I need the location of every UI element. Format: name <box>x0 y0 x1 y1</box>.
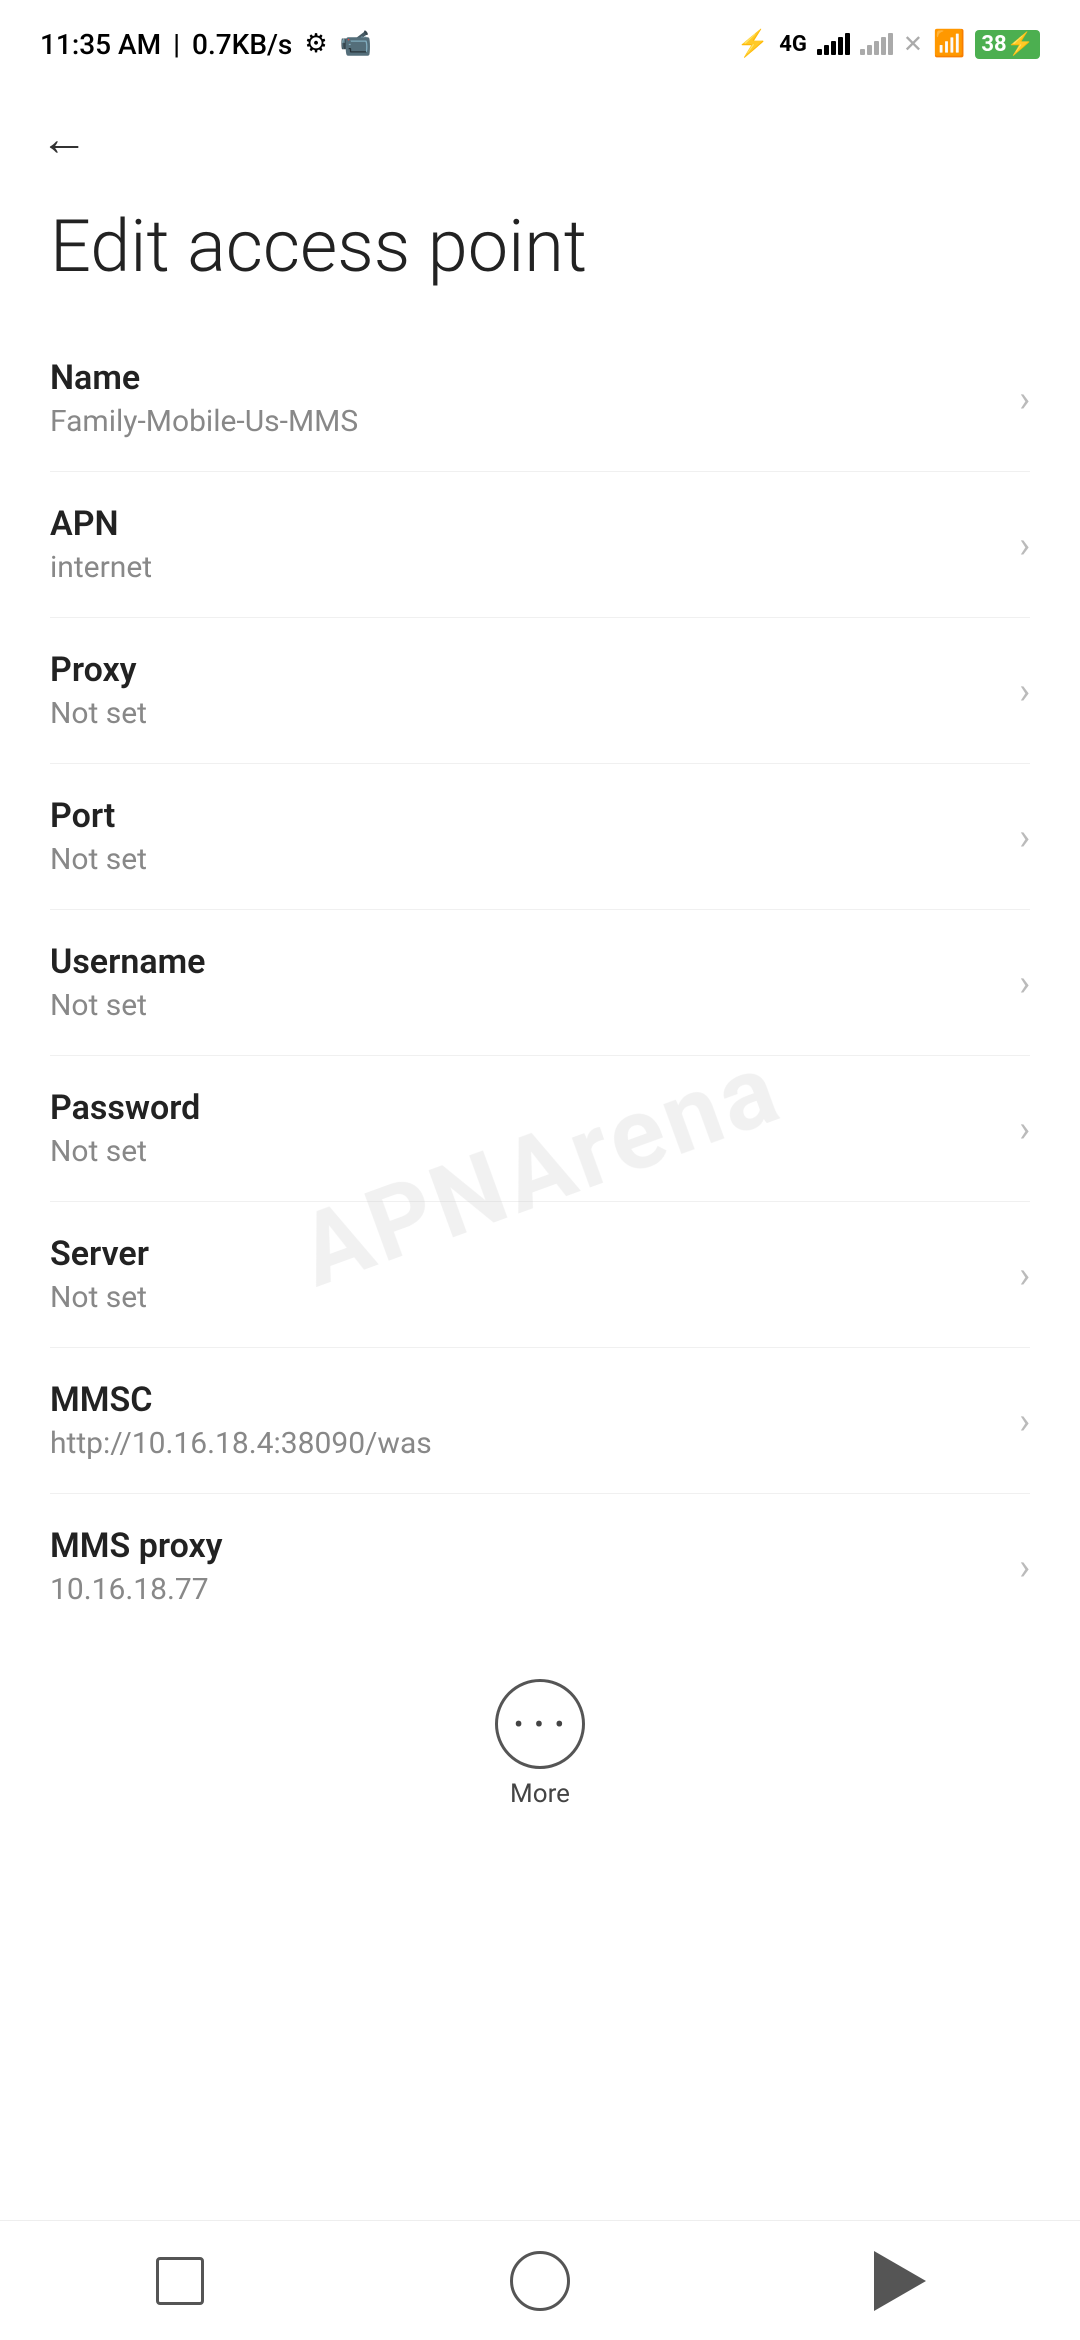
settings-item-value: Not set <box>50 1280 999 1315</box>
settings-item[interactable]: Password Not set › <box>50 1056 1030 1202</box>
settings-item-content: Password Not set <box>50 1088 999 1169</box>
separator: | <box>173 28 180 61</box>
more-button[interactable]: • • • <box>495 1679 585 1769</box>
settings-icon: ⚙ <box>304 29 327 59</box>
settings-item[interactable]: MMSC http://10.16.18.4:38090/was › <box>50 1348 1030 1494</box>
chevron-right-icon: › <box>1019 524 1030 566</box>
settings-item-label: Username <box>50 942 999 982</box>
settings-item-label: Name <box>50 358 999 398</box>
bluetooth-icon: ⚡ <box>737 29 769 59</box>
back-triangle-icon <box>874 2251 926 2311</box>
settings-item[interactable]: Port Not set › <box>50 764 1030 910</box>
signal-bars-1 <box>817 33 850 55</box>
more-label: More <box>510 1779 570 1809</box>
settings-item-content: MMSC http://10.16.18.4:38090/was <box>50 1380 999 1461</box>
settings-item-label: APN <box>50 504 999 544</box>
settings-item-content: Name Family-Mobile-Us-MMS <box>50 358 999 439</box>
chevron-right-icon: › <box>1019 1254 1030 1296</box>
settings-item[interactable]: APN internet › <box>50 472 1030 618</box>
chevron-right-icon: › <box>1019 378 1030 420</box>
signal-bars-2 <box>860 33 893 55</box>
home-circle-icon <box>510 2251 570 2311</box>
video-icon: 📹 <box>340 29 372 59</box>
settings-item-label: Proxy <box>50 650 999 690</box>
chevron-right-icon: › <box>1019 1400 1030 1442</box>
battery-indicator: 38 ⚡ <box>975 30 1040 59</box>
settings-item-content: Server Not set <box>50 1234 999 1315</box>
time-display: 11:35 AM <box>40 28 161 61</box>
settings-item-label: Port <box>50 796 999 836</box>
back-button-area[interactable]: ← <box>0 80 1080 187</box>
nav-back-button[interactable] <box>840 2241 960 2321</box>
network-speed: 0.7KB/s <box>192 28 292 61</box>
chevron-right-icon: › <box>1019 962 1030 1004</box>
nav-home-button[interactable] <box>480 2241 600 2321</box>
settings-item-value: Not set <box>50 1134 999 1169</box>
settings-item-content: APN internet <box>50 504 999 585</box>
status-left: 11:35 AM | 0.7KB/s ⚙ 📹 <box>40 28 372 61</box>
settings-item-content: MMS proxy 10.16.18.77 <box>50 1526 999 1607</box>
page-title: Edit access point <box>0 187 1080 326</box>
chevron-right-icon: › <box>1019 1546 1030 1588</box>
settings-item-value: Not set <box>50 842 999 877</box>
chevron-right-icon: › <box>1019 1108 1030 1150</box>
settings-item-label: Password <box>50 1088 999 1128</box>
recents-square-icon <box>156 2257 204 2305</box>
settings-item-value: Family-Mobile-Us-MMS <box>50 404 999 439</box>
settings-item-label: MMS proxy <box>50 1526 999 1566</box>
nav-recents-button[interactable] <box>120 2241 240 2321</box>
status-right: ⚡ 4G ✕ 📶 38 ⚡ <box>737 29 1040 59</box>
settings-item-value: Not set <box>50 696 999 731</box>
settings-item-value: 10.16.18.77 <box>50 1572 999 1607</box>
settings-item-value: http://10.16.18.4:38090/was <box>50 1426 999 1461</box>
settings-item-label: MMSC <box>50 1380 999 1420</box>
settings-item-content: Username Not set <box>50 942 999 1023</box>
no-signal-icon: ✕ <box>903 30 923 58</box>
settings-list: NameFamily-Mobile-Us-MMS›APNinternet›Pro… <box>0 326 1080 1639</box>
settings-item[interactable]: Name Family-Mobile-Us-MMS › <box>50 326 1030 472</box>
settings-item-content: Port Not set <box>50 796 999 877</box>
settings-item-label: Server <box>50 1234 999 1274</box>
more-dots-icon: • • • <box>514 1708 566 1741</box>
settings-item-value: Not set <box>50 988 999 1023</box>
settings-item-content: Proxy Not set <box>50 650 999 731</box>
status-bar: 11:35 AM | 0.7KB/s ⚙ 📹 ⚡ 4G <box>0 0 1080 80</box>
more-area[interactable]: • • • More <box>0 1639 1080 1829</box>
wifi-icon: 📶 <box>933 29 965 59</box>
settings-item[interactable]: MMS proxy 10.16.18.77 › <box>50 1494 1030 1639</box>
chevron-right-icon: › <box>1019 816 1030 858</box>
settings-item[interactable]: Proxy Not set › <box>50 618 1030 764</box>
back-arrow-icon[interactable]: ← <box>40 110 88 167</box>
chevron-right-icon: › <box>1019 670 1030 712</box>
settings-item[interactable]: Username Not set › <box>50 910 1030 1056</box>
settings-item-value: internet <box>50 550 999 585</box>
settings-item[interactable]: Server Not set › <box>50 1202 1030 1348</box>
signal-4g-icon: 4G <box>779 32 807 57</box>
nav-bar <box>0 2220 1080 2340</box>
